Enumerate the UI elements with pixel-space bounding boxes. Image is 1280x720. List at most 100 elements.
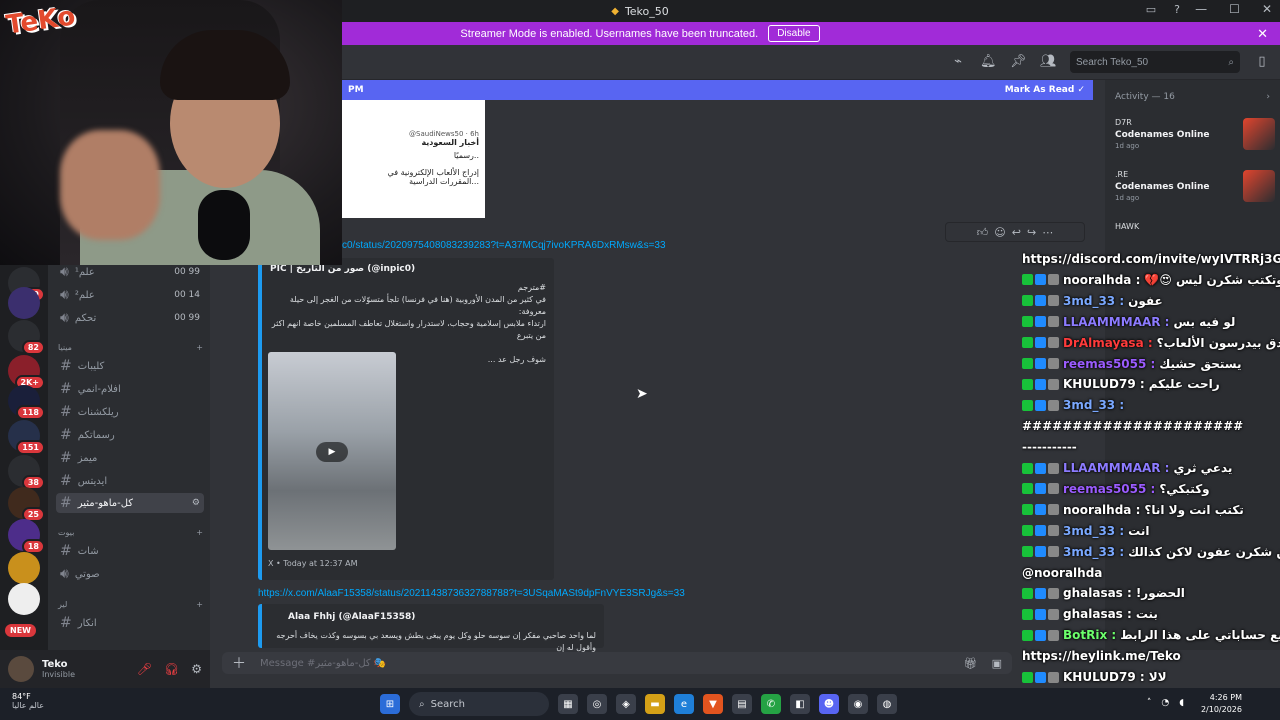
- thumbs-up-icon[interactable]: 👍︎: [977, 226, 989, 239]
- emoji-icon[interactable]: ☺: [994, 226, 1005, 239]
- maximize-button[interactable]: ☐: [1229, 2, 1240, 16]
- help-icon[interactable]: ?: [1174, 3, 1180, 16]
- mark-as-read-button[interactable]: Mark As Read ✓: [1005, 85, 1085, 95]
- platform-badge-icon: [1035, 378, 1046, 390]
- play-icon[interactable]: ▶: [316, 442, 348, 462]
- new-servers-pill[interactable]: NEW: [5, 624, 36, 637]
- message-link[interactable]: https://x.com/AlaaF15358/status/20211438…: [258, 588, 685, 599]
- server-icon[interactable]: 2K+: [8, 355, 45, 390]
- overlay-chat-message: لالا: [1148, 670, 1167, 684]
- wifi-icon[interactable]: ◔: [1161, 698, 1169, 708]
- gear-icon[interactable]: ⚙: [191, 662, 202, 676]
- embed-author[interactable]: Alaa Fhhj (@AlaaF15358): [288, 612, 415, 622]
- reply-icon[interactable]: ↩: [1012, 226, 1021, 239]
- channel-header: ⌁ 🔔︎ 📌︎ 👥︎ Search Teko_50 ⌕ ▯: [210, 45, 1280, 80]
- embed-author[interactable]: PIC | صور من التاريخ (@inpic0): [270, 264, 415, 274]
- embed-source-name: أخبار السعودية: [421, 138, 479, 147]
- taskbar-search[interactable]: ⌕ Search: [409, 692, 549, 716]
- activity-item[interactable]: .RE Codenames Online 1d ago: [1115, 170, 1275, 214]
- avatar[interactable]: [8, 656, 34, 682]
- weather-widget[interactable]: 84°F عالم عاليا: [12, 692, 44, 710]
- add-channel-icon[interactable]: +: [196, 528, 203, 537]
- text-channel[interactable]: # ايديتس: [56, 471, 204, 491]
- inbox-icon[interactable]: ▯: [1254, 54, 1270, 70]
- add-channel-icon[interactable]: +: [196, 600, 203, 609]
- server-icon[interactable]: 151: [8, 420, 45, 455]
- server-icon[interactable]: [8, 552, 40, 584]
- text-channel[interactable]: # رسماتكم: [56, 425, 204, 445]
- server-icon[interactable]: 38: [8, 455, 45, 490]
- voice-channel[interactable]: 🔊︎ علم² 00 14: [56, 285, 204, 305]
- server-icon[interactable]: 18: [8, 519, 45, 554]
- edge-icon[interactable]: e: [674, 694, 694, 714]
- embed-text: #مترجم: [517, 283, 546, 292]
- whatsapp-icon[interactable]: ✆: [761, 694, 781, 714]
- close-window-button[interactable]: ✕: [1262, 2, 1272, 16]
- task-view-icon[interactable]: ▦: [558, 694, 578, 714]
- copilot-icon[interactable]: ◈: [616, 694, 636, 714]
- chevron-right-icon[interactable]: ›: [1266, 92, 1270, 102]
- message-link[interactable]: c0/status/2020975408083239283?t=A37MCqj7…: [342, 240, 666, 251]
- gift-icon[interactable]: 🎁︎: [964, 657, 978, 670]
- hash-icon: #: [60, 473, 72, 489]
- forward-icon[interactable]: ↪: [1027, 226, 1036, 239]
- search-input[interactable]: Search Teko_50 ⌕: [1070, 51, 1240, 73]
- platform-badge-icon: [1048, 378, 1059, 390]
- badge-icons: [1022, 358, 1059, 369]
- members-icon[interactable]: 👥︎: [1040, 54, 1057, 70]
- add-channel-icon[interactable]: +: [196, 343, 203, 352]
- platform-badge-icon: [1035, 525, 1046, 537]
- new-messages-bar[interactable]: PM Mark As Read ✓: [340, 80, 1093, 100]
- voice-channel[interactable]: 🔊︎ تحكم 00 99: [56, 308, 204, 328]
- voice-channel[interactable]: 🔊︎ صوتي: [56, 564, 204, 584]
- video-thumbnail[interactable]: ▶: [268, 352, 396, 550]
- store-icon[interactable]: ▤: [732, 694, 752, 714]
- discord-icon[interactable]: ☻: [819, 694, 839, 714]
- text-channel[interactable]: # شات: [56, 541, 204, 561]
- text-channel[interactable]: # انكار: [56, 613, 204, 633]
- mic-muted-icon[interactable]: 🎤︎: [137, 662, 152, 676]
- activity-item[interactable]: D7R Codenames Online 1d ago: [1115, 118, 1275, 162]
- clock[interactable]: 4:26 PM 2/10/2026: [1201, 692, 1242, 716]
- channel-settings-icon[interactable]: ⚙: [192, 498, 200, 508]
- chatgpt-icon[interactable]: ◎: [587, 694, 607, 714]
- text-channel[interactable]: # كليبات: [56, 356, 204, 376]
- file-explorer-icon[interactable]: ▬: [645, 694, 665, 714]
- server-icon[interactable]: [8, 287, 40, 319]
- server-icon[interactable]: 25: [8, 487, 45, 522]
- chevron-up-icon[interactable]: ˄: [1147, 698, 1152, 708]
- server-icon[interactable]: 118: [8, 385, 45, 420]
- category-header[interactable]: لير +: [58, 600, 203, 609]
- text-channel-active[interactable]: # كل-ماهو-مثير ⚙: [56, 493, 204, 513]
- platform-badge-icon: [1048, 587, 1059, 599]
- voice-channel[interactable]: 🔊︎ علم¹ 00 99: [56, 262, 204, 282]
- obs-icon[interactable]: ◉: [848, 694, 868, 714]
- text-channel[interactable]: # ريلكشنات: [56, 402, 204, 422]
- minimize-button[interactable]: —: [1195, 2, 1207, 16]
- bell-icon[interactable]: 🔔︎: [980, 54, 997, 70]
- pin-icon[interactable]: 📌︎: [1010, 54, 1027, 70]
- inbox-icon[interactable]: ▭: [1146, 3, 1156, 16]
- app-icon[interactable]: ◍: [877, 694, 897, 714]
- volume-icon[interactable]: ◖: [1179, 698, 1184, 708]
- start-menu-icon[interactable]: ⊞: [380, 694, 400, 714]
- deafened-icon[interactable]: 🎧︎: [164, 662, 179, 676]
- server-icon[interactable]: 82: [8, 320, 45, 355]
- category-header[interactable]: بيوت +: [58, 528, 203, 537]
- close-banner-icon[interactable]: ✕: [1257, 26, 1268, 42]
- gif-icon[interactable]: ▣: [992, 657, 1002, 670]
- server-icon[interactable]: [8, 583, 40, 615]
- tweet-image-embed[interactable]: @SaudiNews50 · 6h أخبار السعودية رسميًا.…: [342, 100, 485, 218]
- message-composer[interactable]: ＋ Message #كل-ماهو-مثير 🎭 🎁︎ ▣: [222, 652, 1012, 674]
- taskbar: 84°F عالم عاليا ⊞ ⌕ Search ▦ ◎ ◈ ▬ e ▼ ▤ …: [0, 688, 1280, 720]
- text-channel[interactable]: # ميمز: [56, 448, 204, 468]
- disable-streamer-mode-button[interactable]: Disable: [768, 25, 820, 42]
- add-attachment-icon[interactable]: ＋: [232, 653, 246, 673]
- text-channel[interactable]: # افلام-انمي: [56, 379, 204, 399]
- threads-icon[interactable]: ⌁: [950, 54, 966, 70]
- app-icon[interactable]: ◧: [790, 694, 810, 714]
- brave-icon[interactable]: ▼: [703, 694, 723, 714]
- category-header[interactable]: مينيا +: [58, 343, 203, 352]
- activity-header[interactable]: Activity — 16 ›: [1115, 92, 1270, 102]
- more-icon[interactable]: ⋯: [1042, 226, 1053, 239]
